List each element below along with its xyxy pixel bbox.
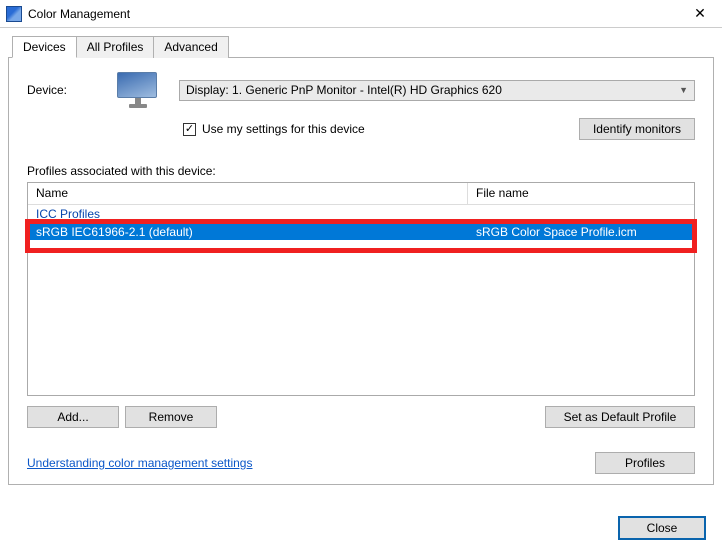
profile-file: sRGB Color Space Profile.icm: [468, 224, 694, 240]
titlebar: Color Management ✕: [0, 0, 722, 28]
profiles-header: Name File name: [28, 183, 694, 205]
bottom-bar: Close: [0, 508, 722, 550]
profiles-table: Name File name ICC Profiles sRGB IEC6196…: [27, 182, 695, 396]
profiles-group-label: ICC Profiles: [28, 205, 694, 223]
footer-row: Understanding color management settings …: [27, 452, 695, 474]
add-button[interactable]: Add...: [27, 406, 119, 428]
device-selected-text: Display: 1. Generic PnP Monitor - Intel(…: [186, 83, 502, 97]
device-dropdown[interactable]: Display: 1. Generic PnP Monitor - Intel(…: [179, 80, 695, 101]
use-my-settings-checkbox[interactable]: ✓: [183, 123, 196, 136]
profiles-body: ICC Profiles sRGB IEC61966-2.1 (default)…: [28, 205, 694, 240]
app-icon: [6, 6, 22, 22]
chevron-down-icon: ▼: [679, 85, 688, 95]
monitor-icon: [117, 72, 159, 108]
column-name[interactable]: Name: [28, 183, 468, 204]
profile-row-selected[interactable]: sRGB IEC61966-2.1 (default) sRGB Color S…: [28, 223, 694, 240]
remove-button[interactable]: Remove: [125, 406, 217, 428]
device-row: Device: Display: 1. Generic PnP Monitor …: [27, 72, 695, 108]
profiles-button[interactable]: Profiles: [595, 452, 695, 474]
profiles-section-label: Profiles associated with this device:: [27, 164, 695, 178]
devices-panel: Device: Display: 1. Generic PnP Monitor …: [8, 57, 714, 485]
identify-monitors-button[interactable]: Identify monitors: [579, 118, 695, 140]
window-title: Color Management: [28, 7, 678, 21]
tab-devices[interactable]: Devices: [12, 36, 77, 58]
set-default-button[interactable]: Set as Default Profile: [545, 406, 695, 428]
profile-name: sRGB IEC61966-2.1 (default): [28, 224, 468, 240]
column-file[interactable]: File name: [468, 183, 694, 204]
device-label: Device:: [27, 83, 97, 97]
profile-buttons-row: Add... Remove Set as Default Profile: [27, 406, 695, 428]
tab-advanced[interactable]: Advanced: [153, 36, 228, 58]
understanding-link[interactable]: Understanding color management settings: [27, 456, 252, 470]
settings-row: ✓ Use my settings for this device Identi…: [183, 118, 695, 140]
tab-all-profiles[interactable]: All Profiles: [76, 36, 155, 58]
window-close-button[interactable]: ✕: [678, 0, 722, 28]
use-my-settings-label: Use my settings for this device: [202, 122, 365, 136]
close-button[interactable]: Close: [618, 516, 706, 540]
tab-strip: Devices All Profiles Advanced: [12, 36, 722, 58]
